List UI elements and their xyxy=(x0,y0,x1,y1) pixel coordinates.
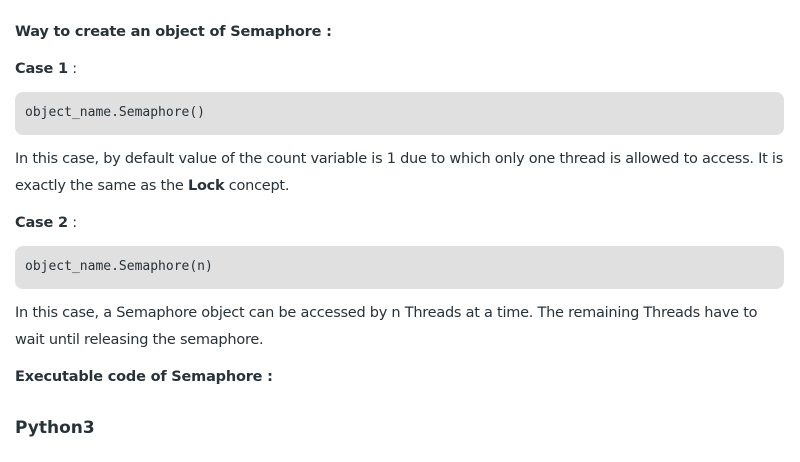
code-case-1[interactable]: object_name.Semaphore() xyxy=(25,104,205,122)
code-block-case-2[interactable]: object_name.Semaphore(n) xyxy=(15,246,784,289)
section-heading: Way to create an object of Semaphore : xyxy=(15,24,332,40)
case-2-suffix: : xyxy=(67,215,77,231)
case-1-description-text: In this case, by default value of the co… xyxy=(15,151,784,194)
code-case-2[interactable]: object_name.Semaphore(n) xyxy=(25,258,213,276)
case-1-label: Case 1 xyxy=(15,61,68,77)
code-block-case-1[interactable]: object_name.Semaphore() xyxy=(15,92,784,135)
case-2-heading: Case 2 : xyxy=(15,213,77,233)
case-1-heading: Case 1 : xyxy=(15,59,77,79)
case-1-description-end: concept. xyxy=(224,178,290,194)
language-tab-python3[interactable]: Python3 xyxy=(15,417,95,439)
case-1-suffix: : xyxy=(67,61,77,77)
lock-keyword: Lock xyxy=(187,178,225,194)
case-1-description: In this case, by default value of the co… xyxy=(15,146,785,200)
case-2-label: Case 2 xyxy=(15,215,68,231)
executable-code-heading: Executable code of Semaphore : xyxy=(15,369,273,385)
case-2-description: In this case, a Semaphore object can be … xyxy=(15,305,758,348)
